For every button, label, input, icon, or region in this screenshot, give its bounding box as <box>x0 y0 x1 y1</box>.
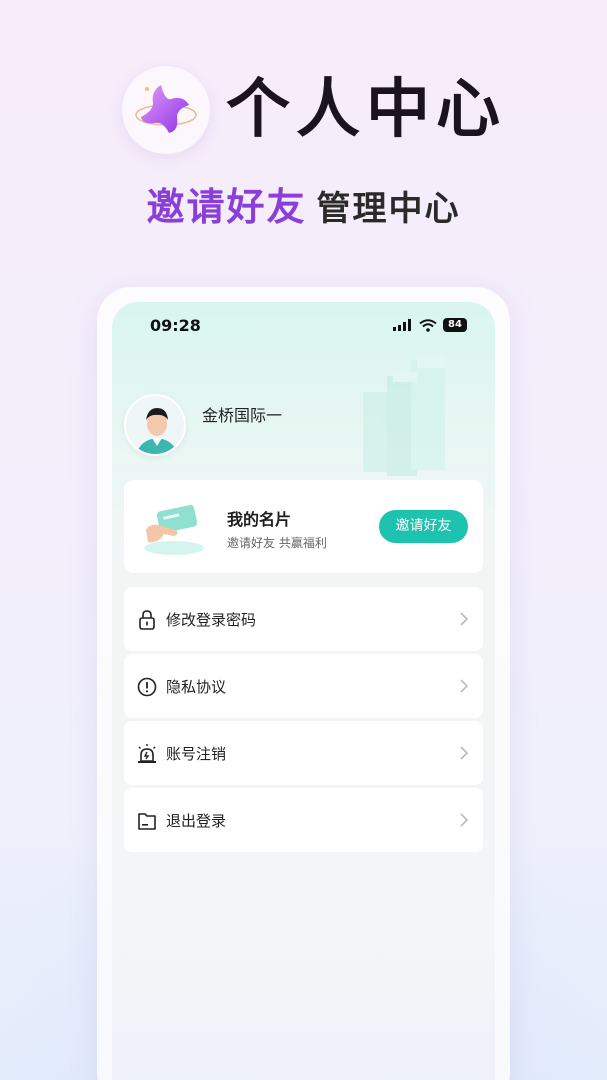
avatar[interactable] <box>124 394 186 456</box>
menu-item-delete-account[interactable]: 账号注销 <box>124 721 483 785</box>
card-title: 我的名片 <box>227 510 292 529</box>
page-subtitle: 邀请好友 管理中心 <box>0 182 607 234</box>
subtitle-rest: 管理中心 <box>316 189 461 229</box>
menu-item-label: 隐私协议 <box>166 678 227 696</box>
chevron-right-icon <box>460 679 469 693</box>
battery-indicator: 84 <box>443 318 467 332</box>
folder-icon <box>138 813 156 830</box>
alert-circle-icon <box>137 677 157 697</box>
chevron-right-icon <box>460 612 469 626</box>
page-title: 个人中心 <box>226 73 506 147</box>
chevron-right-icon <box>460 813 469 827</box>
user-avatar-icon <box>136 408 178 454</box>
signal-icon <box>393 319 411 331</box>
status-time: 09:28 <box>150 316 201 335</box>
wifi-icon <box>419 318 437 332</box>
lock-icon <box>139 610 155 630</box>
status-icons: 84 <box>393 318 467 332</box>
card-subtitle: 邀请好友 共赢福利 <box>227 536 327 550</box>
phone-screen: 09:28 84 金桥国际一 我的名片 邀请好友 共赢福利 邀请好友 修改登录密… <box>112 302 495 1080</box>
card-in-hand-icon <box>144 505 204 555</box>
star-logo-icon <box>135 85 197 133</box>
menu-item-label: 修改登录密码 <box>166 611 257 629</box>
username: 金桥国际一 <box>202 406 283 425</box>
invite-friends-button[interactable]: 邀请好友 <box>379 510 468 543</box>
menu-item-label: 退出登录 <box>166 812 227 830</box>
buildings-decoration-icon <box>363 356 445 476</box>
menu-item-logout[interactable]: 退出登录 <box>124 788 483 852</box>
menu-item-change-password[interactable]: 修改登录密码 <box>124 587 483 651</box>
business-card[interactable]: 我的名片 邀请好友 共赢福利 邀请好友 <box>124 480 483 573</box>
menu-item-privacy-policy[interactable]: 隐私协议 <box>124 654 483 718</box>
menu-item-label: 账号注销 <box>166 745 227 763</box>
app-logo <box>122 66 210 154</box>
alarm-icon <box>138 744 156 763</box>
status-bar: 09:28 84 <box>112 314 495 338</box>
subtitle-highlight: 邀请好友 <box>146 185 307 229</box>
profile-section[interactable]: 金桥国际一 <box>124 394 282 456</box>
chevron-right-icon <box>460 746 469 760</box>
screen-bottom-fade <box>112 942 495 1080</box>
